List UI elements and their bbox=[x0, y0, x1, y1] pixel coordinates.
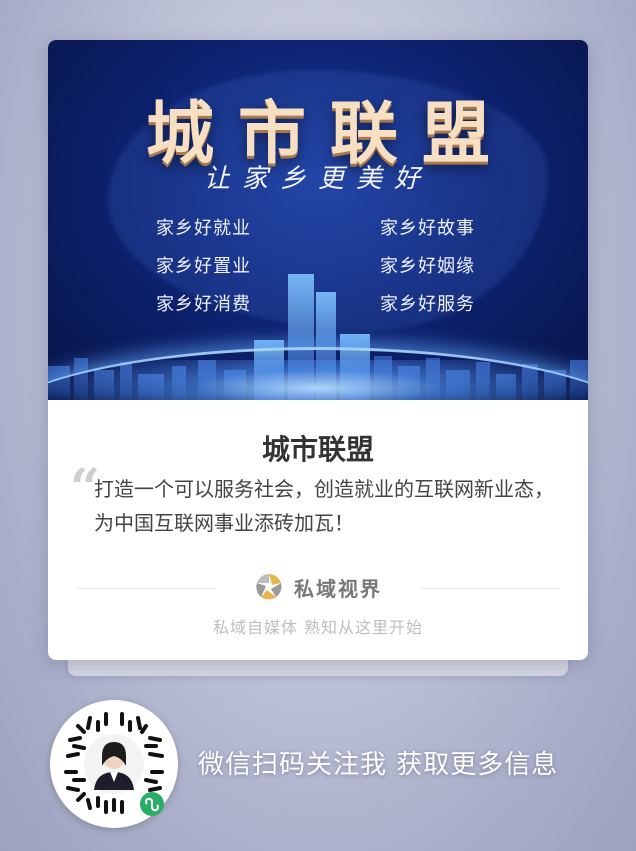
brand-row: 私域视界 bbox=[48, 572, 588, 602]
feature-left-1: 家乡好就业 bbox=[156, 218, 251, 239]
qr-code-pattern bbox=[64, 712, 164, 816]
article-card[interactable]: 城市联盟 让家乡更美好 家乡好就业 家乡好置业 家乡好消费 家乡好故事 家乡好姻… bbox=[48, 40, 588, 660]
banner-image: 城市联盟 让家乡更美好 家乡好就业 家乡好置业 家乡好消费 家乡好故事 家乡好姻… bbox=[48, 40, 588, 400]
aperture-logo-icon bbox=[256, 574, 282, 600]
brand-slogan: 私域自媒体 熟知从这里开始 bbox=[212, 618, 424, 637]
banner-subtitle: 让家乡更美好 bbox=[203, 164, 432, 194]
feature-right-1: 家乡好故事 bbox=[380, 218, 475, 239]
follow-cta: 微信扫码关注我 获取更多信息 bbox=[198, 750, 559, 780]
horizon-glow bbox=[48, 360, 588, 400]
qr-code[interactable] bbox=[50, 700, 178, 828]
article-description: 打造一个可以服务社会，创造就业的互联网新业态，为中国互联网事业添砖加瓦！ bbox=[94, 477, 554, 535]
brand-name: 私域视界 bbox=[294, 576, 382, 601]
article-title: 城市联盟 bbox=[261, 433, 374, 466]
